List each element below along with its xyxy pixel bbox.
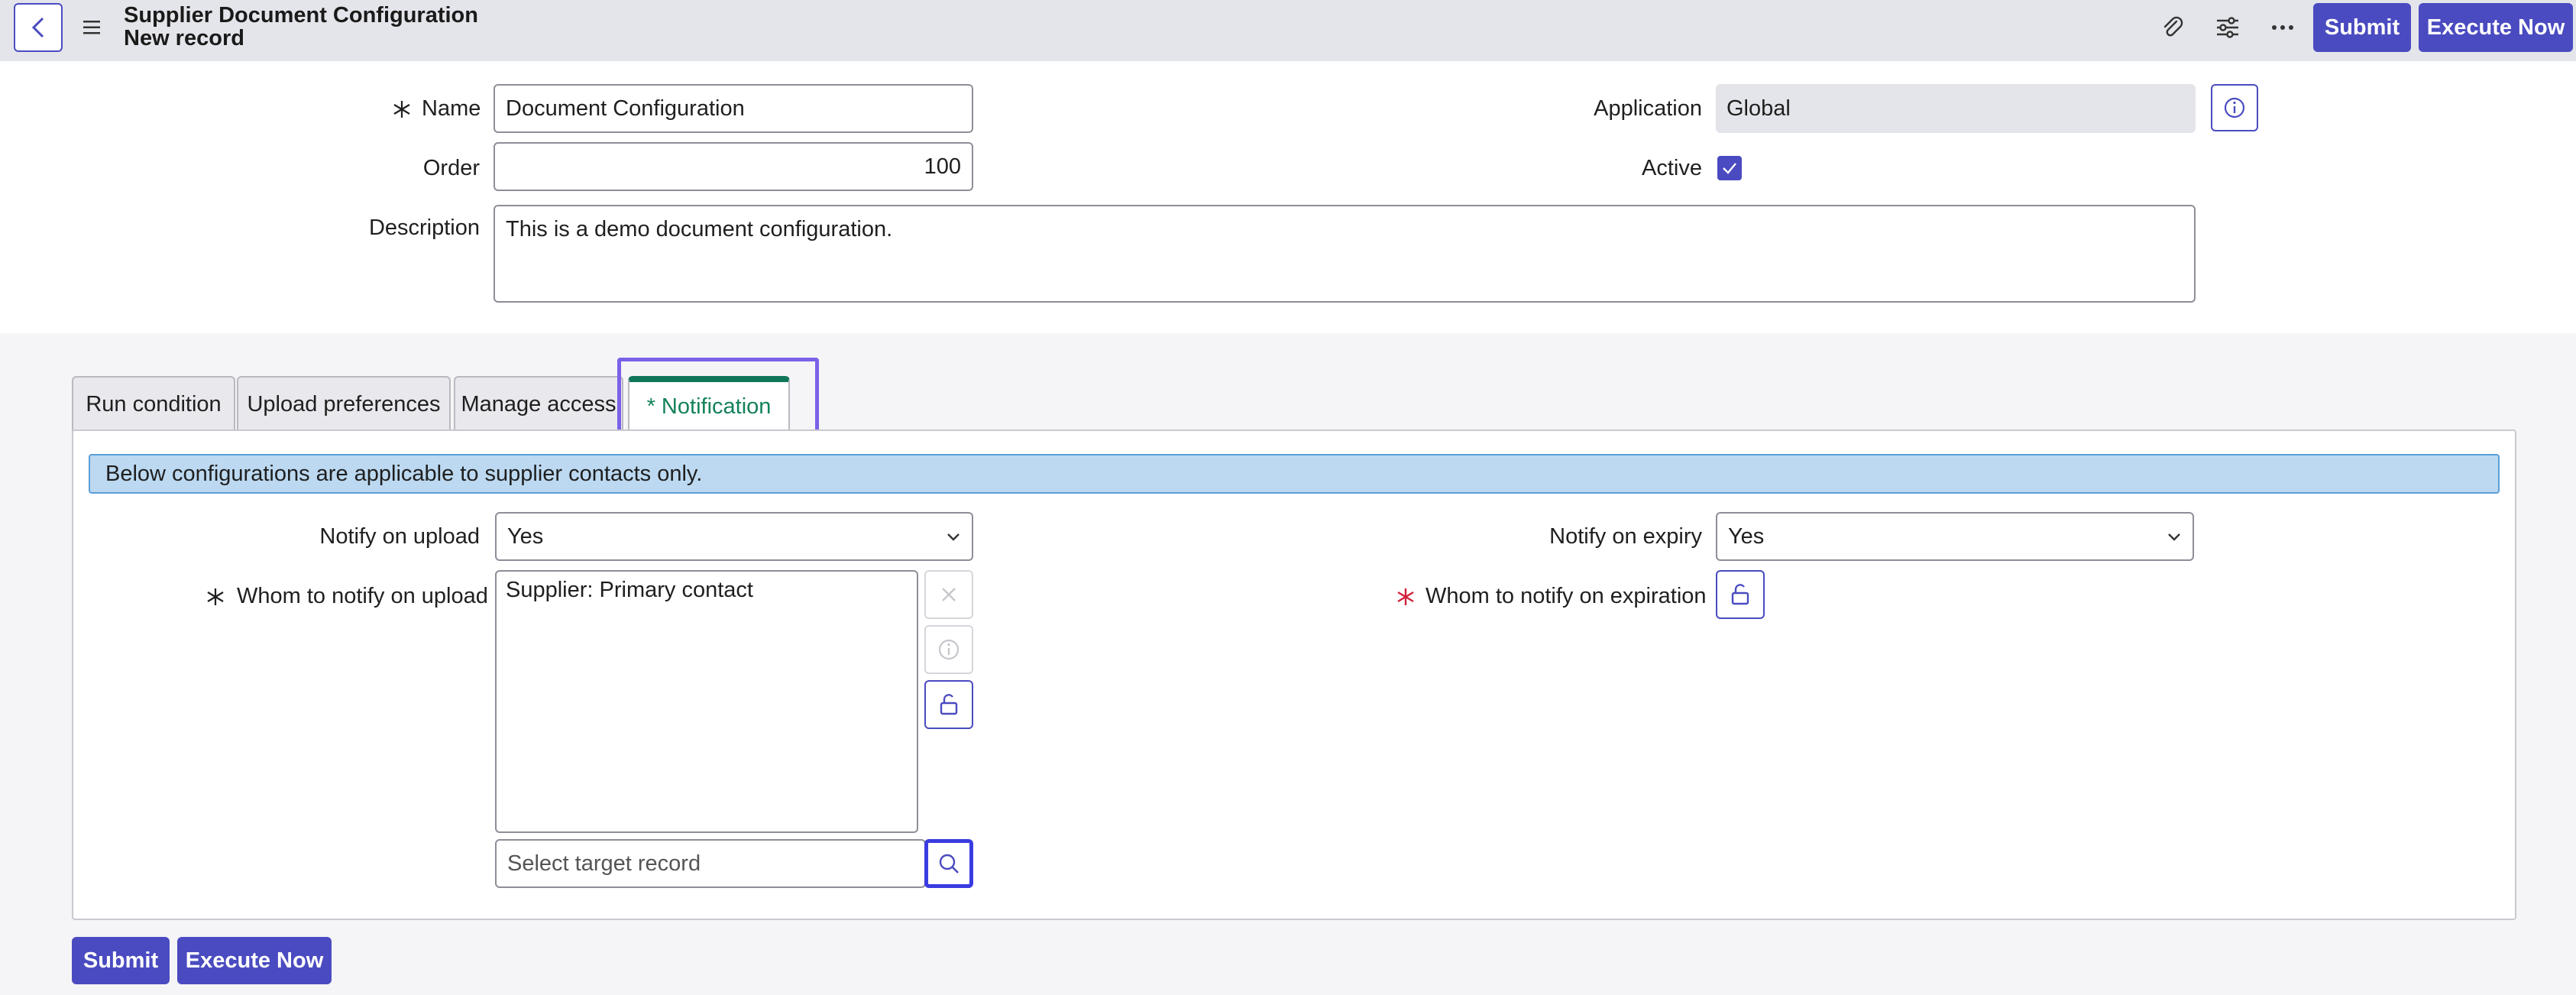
info-banner: Below configurations are applicable to s… [89,454,2500,494]
preview-button[interactable] [924,625,973,674]
page-subtitle: New record [124,26,244,50]
order-label: Order [422,156,480,180]
back-button[interactable] [14,3,63,52]
notify-on-upload-value: Yes [507,523,544,549]
chevron-down-icon [2168,533,2180,541]
application-label: Application [1594,96,1702,121]
name-input[interactable]: Document Configuration [494,84,973,133]
page-title: Supplier Document Configuration [124,3,478,28]
application-info-button[interactable] [2211,84,2258,131]
info-icon [2224,97,2245,118]
application-value: Global [1727,96,1791,121]
order-value: 100 [924,154,961,179]
notify-on-upload-label: Notify on upload [319,524,480,549]
notify-on-upload-select[interactable]: Yes [495,512,973,561]
sliders-icon [2217,17,2238,38]
unlock-icon [940,694,958,715]
order-input[interactable]: 100 [494,142,973,191]
unlock-button[interactable] [924,680,973,729]
menu-icon[interactable] [81,18,104,37]
notify-on-expiry-label: Notify on expiry [1549,524,1702,549]
select-target-record-input[interactable]: Select target record [495,839,926,888]
active-checkbox[interactable] [1717,156,1742,180]
close-icon [942,588,956,601]
notify-on-expiry-value: Yes [1728,523,1765,549]
footer-submit-button[interactable]: Submit [72,937,170,984]
tab-upload-preferences[interactable]: Upload preferences [237,376,451,431]
more-button[interactable] [2267,12,2298,43]
header-bar: Supplier Document Configuration New reco… [0,0,2576,61]
paperclip-icon [2163,16,2183,37]
name-required-icon [391,95,414,122]
name-label: Name [422,96,481,121]
more-icon [2272,25,2293,30]
remove-button[interactable] [924,570,973,619]
lookup-search-button[interactable] [924,839,973,888]
header-submit-button[interactable]: Submit [2313,3,2411,52]
whom-to-notify-upload-label: Whom to notify on upload [237,584,488,608]
tab-run-condition[interactable]: Run condition [72,376,235,431]
whom-upload-required-icon [205,582,228,610]
back-icon [31,17,44,38]
select-target-placeholder: Select target record [507,851,701,876]
attachment-button[interactable] [2157,12,2188,43]
notification-panel [72,429,2516,920]
expiration-unlock-button[interactable] [1716,570,1765,619]
unlock-icon [1731,584,1749,605]
search-icon [939,854,959,873]
whom-to-notify-expiration-label: Whom to notify on expiration [1426,584,1707,608]
name-value: Document Configuration [506,96,745,121]
description-value: This is a demo document configuration. [506,217,893,241]
notify-on-expiry-select[interactable]: Yes [1716,512,2194,561]
whom-expiry-required-icon [1395,582,1418,610]
whom-to-notify-upload-list[interactable]: Supplier: Primary contact [495,570,918,833]
chevron-down-icon [947,533,960,541]
check-icon [1723,163,1736,174]
description-label: Description [368,216,480,240]
footer-execute-now-button[interactable]: Execute Now [177,937,332,984]
header-execute-now-button[interactable]: Execute Now [2419,3,2573,52]
description-textarea[interactable]: This is a demo document configuration. [494,205,2196,303]
list-item[interactable]: Supplier: Primary contact [506,578,908,603]
info-icon [938,639,960,660]
personalize-button[interactable] [2212,12,2243,43]
active-label: Active [1642,156,1702,180]
application-field: Global [1716,84,2196,133]
tab-manage-access[interactable]: Manage access [454,376,623,431]
